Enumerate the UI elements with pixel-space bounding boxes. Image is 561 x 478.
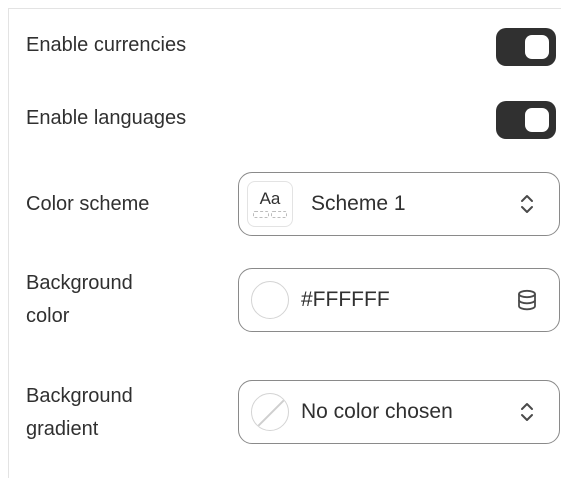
settings-panel: Enable currencies Enable languages Color… [8,8,561,478]
background-color-label-line1: Background [26,272,133,294]
enable-languages-toggle[interactable] [496,101,556,139]
background-gradient-value: No color chosen [301,400,453,423]
color-scheme-badge-text: Aa [259,189,281,208]
color-scheme-label: Color scheme [26,193,150,215]
setting-row-languages: Enable languages [26,102,561,135]
enable-currencies-label: Enable currencies [26,34,187,56]
color-scheme-preview-badge: Aa [247,181,293,227]
color-swatch[interactable] [251,281,289,319]
background-color-picker[interactable]: #FFFFFF [238,268,560,332]
color-scheme-badge-swatches [248,211,292,218]
enable-languages-label: Enable languages [26,107,187,129]
background-color-label-line2: color [26,305,70,327]
chevron-up-down-icon [521,195,533,213]
empty-color-swatch [251,393,289,431]
toggle-knob [525,108,549,132]
toggle-knob [525,35,549,59]
background-color-value: #FFFFFF [301,288,390,311]
background-gradient-label-line1: Background [26,385,133,407]
color-scheme-select[interactable]: Aa Scheme 1 [238,172,560,236]
enable-currencies-toggle[interactable] [496,28,556,66]
background-gradient-select[interactable]: No color chosen [238,380,560,444]
setting-row-currencies: Enable currencies [26,29,561,62]
chevron-up-down-icon [521,403,533,421]
color-scheme-value: Scheme 1 [311,192,406,215]
background-gradient-label-line2: gradient [26,418,99,440]
database-icon[interactable] [515,286,539,314]
